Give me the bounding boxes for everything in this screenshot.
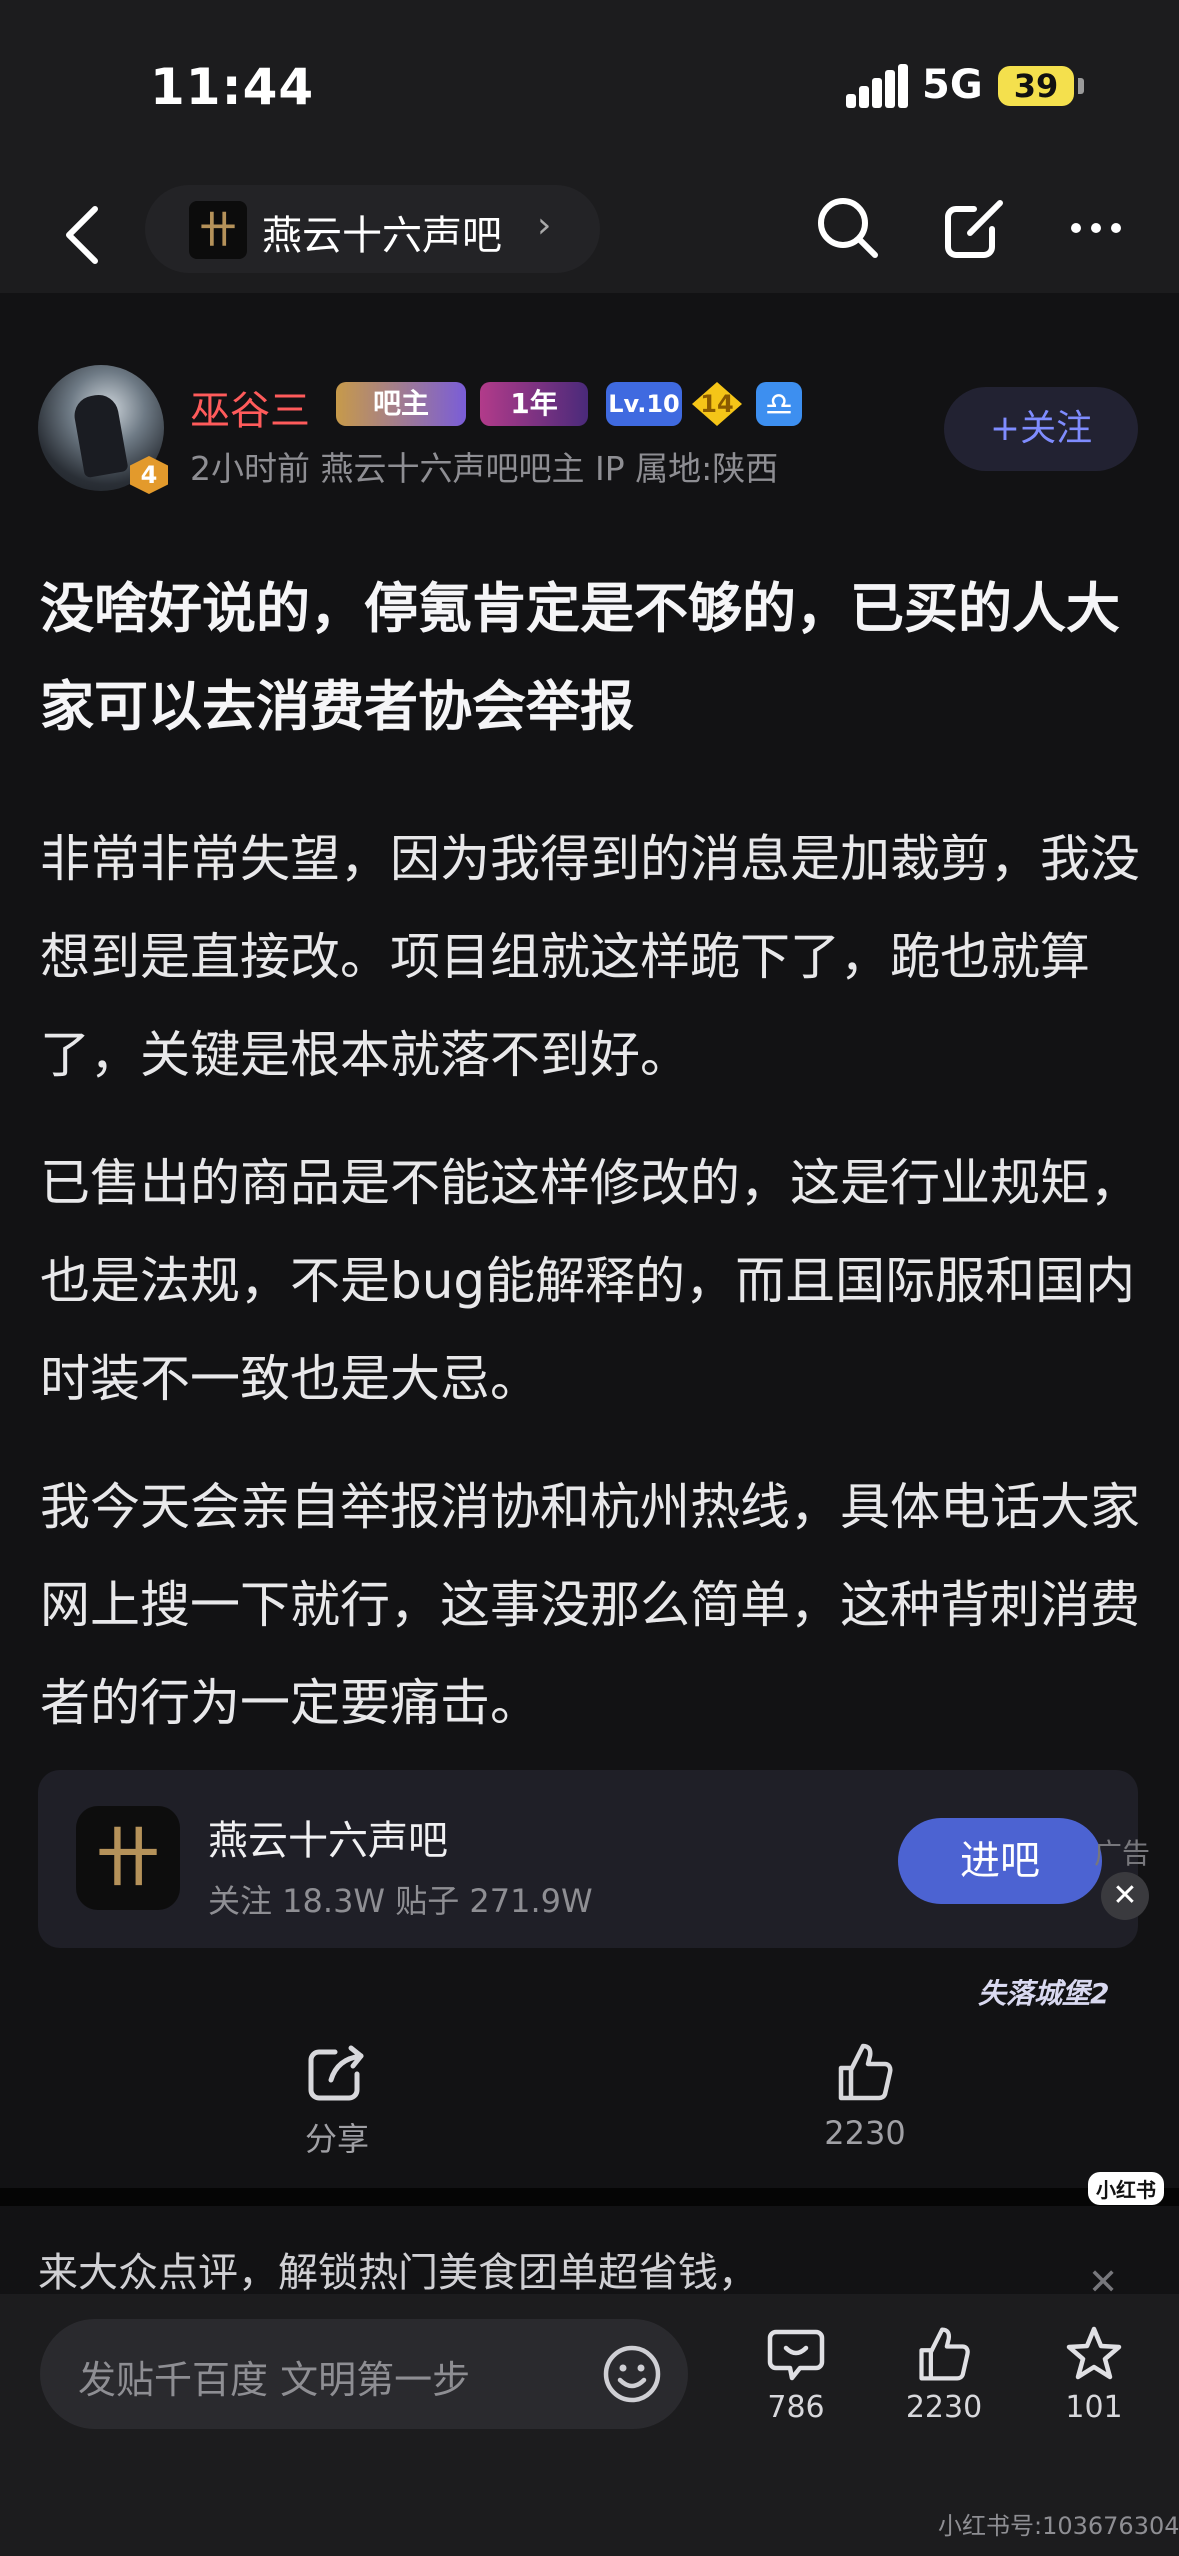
share-icon bbox=[308, 2045, 364, 2101]
thumbs-up-icon bbox=[919, 2327, 970, 2381]
back-icon[interactable] bbox=[55, 195, 115, 275]
emoji-icon[interactable] bbox=[602, 2344, 662, 2404]
zodiac-badge: ♎ bbox=[756, 382, 802, 426]
chevron-right-icon: › bbox=[537, 205, 552, 246]
follow-button[interactable]: +关注 bbox=[944, 387, 1138, 471]
comments-count: 786 bbox=[767, 2390, 825, 2425]
reply-input[interactable]: 发贴千百度 文明第一步 bbox=[40, 2319, 688, 2429]
post-paragraph: 已售出的商品是不能这样修改的，这是行业规矩，也是法规，不是bug能解释的，而且国… bbox=[40, 1154, 1140, 1408]
level-badge: Lv.10 bbox=[606, 382, 682, 426]
promo-text[interactable]: 来大众点评，解锁热门美食团单超省钱， bbox=[38, 2240, 758, 2298]
comments-button[interactable]: 786 bbox=[736, 2324, 856, 2425]
edit-icon[interactable] bbox=[942, 195, 1008, 261]
forum-card[interactable]: 卄 燕云十六声吧 关注 18.3W 贴子 271.9W 进吧 bbox=[38, 1770, 1138, 1948]
more-icon[interactable] bbox=[1068, 220, 1124, 236]
comment-icon bbox=[767, 2329, 825, 2381]
forum-card-name: 燕云十六声吧 bbox=[208, 1818, 448, 1864]
status-time: 11:44 bbox=[150, 58, 315, 116]
forum-card-logo: 卄 bbox=[76, 1806, 180, 1910]
year-badge: 1年 bbox=[480, 382, 588, 426]
network-label: 5G bbox=[922, 62, 983, 108]
watermark-logo: 小红书 bbox=[1088, 2172, 1164, 2205]
likes-button[interactable]: 2230 bbox=[884, 2324, 1004, 2425]
author-name[interactable]: 巫谷三 bbox=[190, 378, 310, 436]
thumbs-up-icon bbox=[838, 2043, 893, 2101]
like-count: 2230 bbox=[824, 2114, 906, 2152]
watermark-text: 小红书号:103676304 bbox=[938, 2512, 1179, 2540]
search-icon[interactable] bbox=[815, 195, 881, 261]
star-icon bbox=[1066, 2326, 1122, 2380]
battery-icon: 39 bbox=[998, 66, 1074, 106]
game-watermark: 失落城堡2 bbox=[978, 1977, 1110, 2010]
enter-forum-button[interactable]: 进吧 bbox=[898, 1818, 1102, 1904]
ad-label: 广告 bbox=[1094, 1837, 1151, 1870]
post-paragraph: 非常非常失望，因为我得到的消息是加裁剪，我没想到是直接改。项目组就这样跪下了，跪… bbox=[40, 830, 1140, 1084]
forum-pill[interactable]: 卄 燕云十六声吧 › bbox=[145, 185, 600, 273]
share-button[interactable]: 分享 bbox=[272, 2040, 402, 2160]
battery-tip bbox=[1078, 78, 1084, 94]
share-label: 分享 bbox=[304, 2120, 369, 2158]
signal-icon bbox=[846, 64, 908, 108]
forum-card-stats: 关注 18.3W 贴子 271.9W bbox=[208, 1882, 593, 1920]
reply-placeholder: 发贴千百度 文明第一步 bbox=[78, 2358, 471, 2402]
post-body: 非常非常失望，因为我得到的消息是加裁剪，我没想到是直接改。项目组就这样跪下了，跪… bbox=[40, 810, 1145, 1782]
section-divider bbox=[0, 2188, 1179, 2206]
favorites-count: 101 bbox=[1065, 2390, 1123, 2425]
close-icon[interactable]: ✕ bbox=[1101, 1872, 1149, 1920]
post-title: 没啥好说的，停氪肯定是不够的，已买的人大家可以去消费者协会举报 bbox=[40, 577, 1120, 738]
like-button[interactable]: 2230 bbox=[800, 2040, 930, 2152]
diamond-badge: 14 bbox=[692, 382, 742, 426]
status-bar: 11:44 5G 39 bbox=[0, 0, 1179, 175]
forum-logo: 卄 bbox=[189, 201, 247, 259]
owner-badge: 吧主 bbox=[336, 382, 466, 426]
likes-count: 2230 bbox=[905, 2390, 983, 2425]
post-meta: 2小时前 燕云十六声吧吧主 IP 属地:陕西 bbox=[190, 449, 779, 488]
favorites-button[interactable]: 101 bbox=[1034, 2324, 1154, 2425]
avatar-figure bbox=[71, 391, 129, 479]
post-paragraph: 我今天会亲自举报消协和杭州热线，具体电话大家网上搜一下就行，这事没那么简单，这种… bbox=[40, 1478, 1140, 1732]
forum-name: 燕云十六声吧 bbox=[262, 213, 502, 259]
